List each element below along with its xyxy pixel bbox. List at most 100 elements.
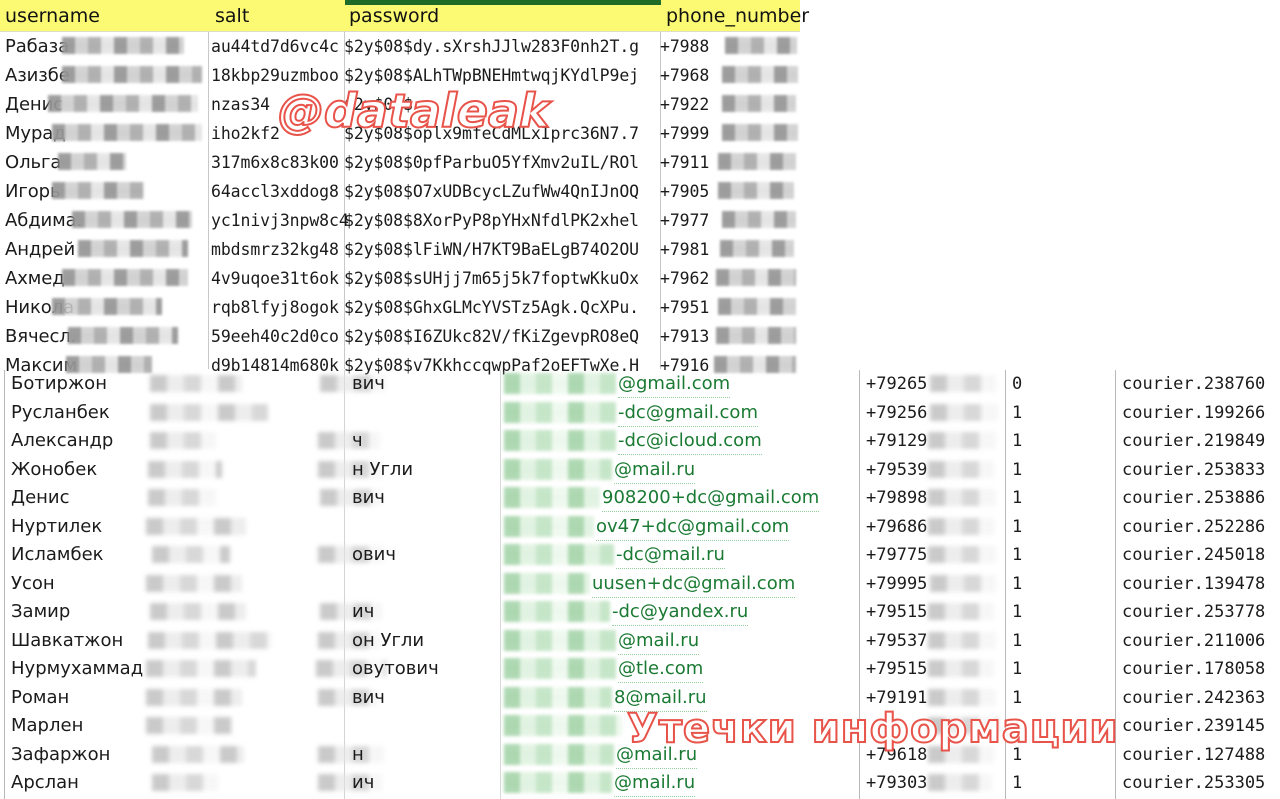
- redaction-block: [146, 574, 242, 592]
- cell-phone-number: +79515: [866, 602, 928, 622]
- redaction-block: [504, 544, 614, 565]
- cell-patronymic-suffix: вич: [352, 686, 385, 708]
- cell-email[interactable]: @mail.ru: [614, 770, 696, 797]
- redaction-block: [720, 240, 794, 257]
- table-row[interactable]: Исламбек ович -dc@mail.ru +79775 1 courier.24…: [0, 541, 1280, 570]
- table-row[interactable]: Марлен courier.239145: [0, 712, 1280, 741]
- table-row[interactable]: Зафаржон н @mail.ru +79618 1 courier.127488: [0, 741, 1280, 770]
- cell-password-hash: $2y$08$dy.sXrshJJlw283F0nh2T.g: [344, 37, 640, 56]
- column-header-password[interactable]: password: [349, 3, 439, 29]
- cell-email[interactable]: -dc@icloud.com: [618, 428, 762, 455]
- cell-email[interactable]: @gmail.com: [618, 371, 731, 398]
- redaction-block: [146, 717, 232, 734]
- cell-patronymic-suffix: н Угли: [352, 458, 414, 480]
- cell-username: Андрей: [5, 239, 76, 260]
- table-row[interactable]: Арслан ич @mail.ru +79303 1 courier.253305: [0, 769, 1280, 798]
- cell-status-flag: 1: [1012, 602, 1023, 622]
- table-row[interactable]: Русланбек -dc@gmail.com +79256 1 courier.199…: [0, 399, 1280, 428]
- redaction-block: [928, 517, 994, 535]
- cell-username: Рабаза: [5, 36, 70, 57]
- redaction-block: [504, 458, 612, 480]
- table-row[interactable]: Вячесл. 59eeh40c2d0co $2y$08$I6ZUkc82V/fKi…: [0, 322, 800, 351]
- cell-email[interactable]: ov47+dc@gmail.com: [596, 514, 790, 541]
- redaction-block: [718, 153, 796, 170]
- redaction-block: [928, 688, 996, 706]
- column-header-username[interactable]: username: [5, 3, 100, 29]
- cell-first-name: Шавкатжон: [11, 629, 124, 651]
- cell-phone-number: +79129: [866, 431, 928, 451]
- table-row[interactable]: Андрей mbdsmrz32kg48 $2y$08$lFiWN/H7KT9BaE…: [0, 235, 800, 264]
- cell-email[interactable]: 8@mail.ru: [614, 685, 707, 712]
- table-row[interactable]: Денис nzas34 $2y$08$ +7922: [0, 90, 800, 119]
- table-row[interactable]: Ахмед 4v9uqoe31t6ok $2y$08$sUHjj7m65j5k7fo…: [0, 264, 800, 293]
- cell-courier-id: courier.253886: [1122, 488, 1266, 508]
- redaction-block: [152, 546, 230, 563]
- cell-courier-id: courier.238760: [1122, 374, 1266, 394]
- column-header-salt[interactable]: salt: [215, 3, 249, 29]
- table-row[interactable]: Нурмухаммад овутович @tle.com +79515 1 courie…: [0, 655, 1280, 684]
- redaction-block: [146, 517, 246, 535]
- table-row[interactable]: Мурад iho2kf2 $2y$08$oplx9mfeCdMLxIprc36N7…: [0, 119, 800, 148]
- cell-email[interactable]: 908200+dc@gmail.com: [602, 485, 820, 512]
- cell-patronymic-suffix: ич: [352, 772, 375, 793]
- cell-email[interactable]: @mail.ru: [618, 628, 700, 655]
- cell-username: Игорь: [5, 181, 61, 202]
- table-row[interactable]: Ольга 317m6x8c83k00 $2y$08$0pfParbuO5YfXmv…: [0, 148, 800, 177]
- cell-courier-id: courier.242363: [1122, 687, 1266, 708]
- cell-first-name: Марлен: [11, 715, 84, 736]
- cell-first-name: Зафаржон: [11, 743, 111, 765]
- cell-first-name: Исламбек: [11, 544, 104, 565]
- cell-first-name: Арслан: [11, 772, 79, 793]
- table-row[interactable]: Нуртилек ov47+dc@gmail.com +79686 1 courier.…: [0, 513, 1280, 542]
- cell-status-flag: 1: [1012, 573, 1023, 594]
- cell-email[interactable]: @tle.com: [618, 656, 704, 683]
- column-header-phone-number[interactable]: phone_number: [666, 3, 809, 29]
- cell-patronymic-suffix: вич: [352, 487, 385, 508]
- redaction-block: [504, 401, 616, 423]
- cell-courier-id: courier.211006: [1122, 630, 1266, 651]
- cell-password-hash: $2y$08$O7xUDBcycLZufWw4QnIJnOQ: [344, 182, 640, 201]
- table-row[interactable]: Роман вич 8@mail.ru +79191 1 courier.242363: [0, 684, 1280, 713]
- table-row[interactable]: Жонобек н Угли @mail.ru +79539 1 courier.2538…: [0, 456, 1280, 485]
- redaction-block: [146, 660, 256, 677]
- cell-phone-number: +7913: [660, 327, 710, 346]
- cell-salt: 18kbp29uzmboo: [211, 66, 339, 85]
- cell-email[interactable]: -dc@mail.ru: [616, 542, 725, 569]
- cell-salt: yc1nivj3npw8c4: [211, 211, 349, 230]
- redaction-block: [504, 430, 616, 451]
- credentials-table-body: Рабаза au44td7d6vc4c $2y$08$dy.sXrshJJlw28…: [0, 32, 800, 376]
- cell-email[interactable]: -dc@yandex.ru: [612, 599, 749, 626]
- table-row[interactable]: Никола rqb8lfyj8ogok $2y$08$GhxGLMcYVSTz5A…: [0, 293, 800, 322]
- cell-phone-number: +79618: [866, 744, 928, 765]
- table-row[interactable]: Абдима. yc1nivj3npw8c4 $2y$08$8XorPyP8pYHx…: [0, 206, 800, 235]
- redaction-block: [928, 489, 996, 506]
- table-row[interactable]: Шавкатжон он Угли @mail.ru +79537 1 courier.2…: [0, 627, 1280, 656]
- cell-password-hash: $2y$08$ALhTWpBNEHmtwqjKYdlP9ej: [344, 66, 640, 85]
- cell-courier-id: courier.239145: [1122, 716, 1266, 736]
- table-row[interactable]: Усон uusen+dc@gmail.com +79995 1 courier.139…: [0, 570, 1280, 599]
- redaction-block: [150, 403, 268, 421]
- table-row[interactable]: Рабаза au44td7d6vc4c $2y$08$dy.sXrshJJlw28…: [0, 32, 800, 61]
- redaction-block: [148, 460, 222, 478]
- redaction-block: [72, 211, 192, 228]
- table-row[interactable]: Ботиржон вич @gmail.com +79265 0 courier.2387…: [0, 370, 1280, 399]
- cell-password-hash: $2y$08$lFiWN/H7KT9BaELgB74O2OU: [344, 240, 640, 259]
- cell-username: Мурад: [5, 123, 66, 144]
- cell-email[interactable]: uusen+dc@gmail.com: [592, 571, 796, 598]
- redaction-block: [930, 574, 996, 592]
- table-row[interactable]: Игорь 64accl3xddog8 $2y$08$O7xUDBcycLZufWw…: [0, 177, 800, 206]
- redaction-block: [504, 572, 590, 594]
- cell-phone-number: +7911: [660, 153, 710, 172]
- redaction-block: [722, 211, 796, 228]
- table-row[interactable]: Азизбе 18kbp29uzmboo $2y$08$ALhTWpBNEHmtwq…: [0, 61, 800, 90]
- cell-status-flag: 1: [1012, 773, 1023, 793]
- table-row[interactable]: Замир ич -dc@yandex.ru +79515 1 courier.25377…: [0, 598, 1280, 627]
- table-row[interactable]: Александр ч -dc@icloud.com +79129 1 courier.2…: [0, 427, 1280, 456]
- table-row[interactable]: Денис вич 908200+dc@gmail.com +79898 1 courie…: [0, 484, 1280, 513]
- cell-status-flag: 1: [1012, 687, 1023, 708]
- cell-email[interactable]: @mail.ru: [614, 457, 696, 484]
- redaction-block: [150, 432, 216, 449]
- redaction-block: [150, 603, 246, 620]
- cell-email[interactable]: -dc@gmail.com: [618, 400, 758, 427]
- cell-email[interactable]: @mail.ru: [616, 742, 698, 769]
